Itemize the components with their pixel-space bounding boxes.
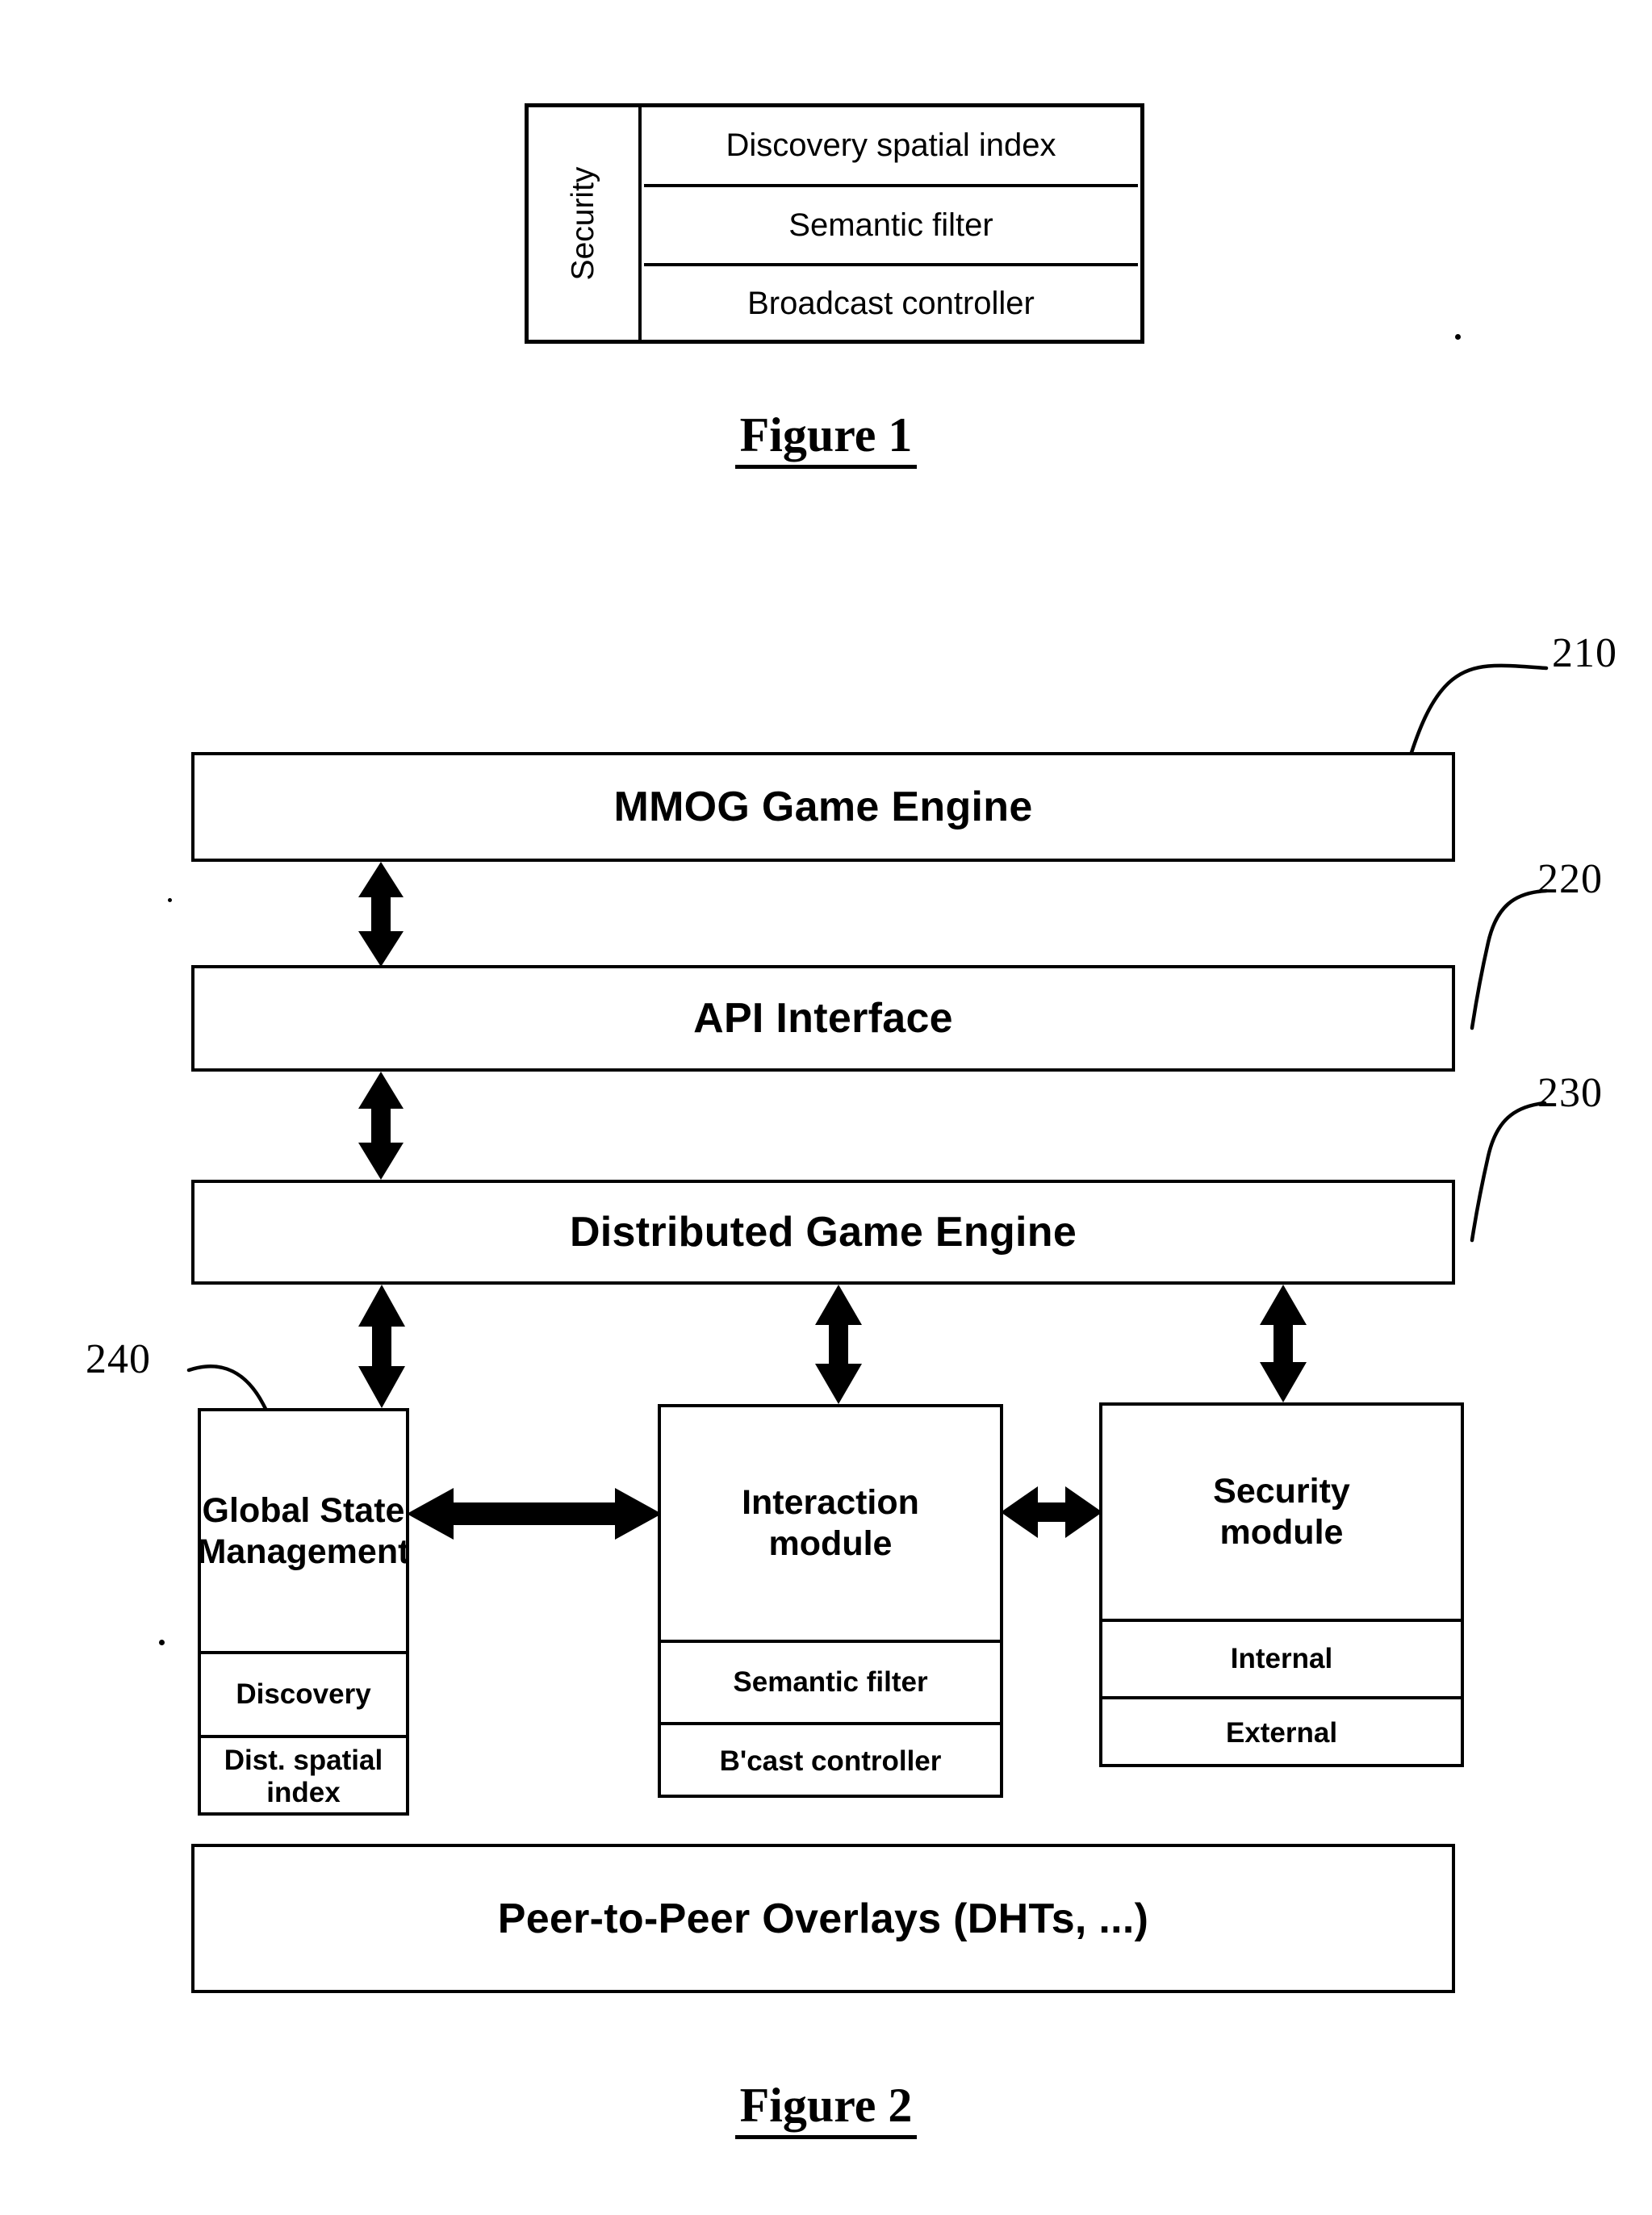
figure1-caption: Figure 1 bbox=[0, 407, 1652, 469]
double-arrow-gsm-interaction bbox=[407, 1488, 662, 1540]
module-title-line2: Management bbox=[197, 1532, 410, 1571]
security-sub-internal: Internal bbox=[1102, 1619, 1461, 1696]
global-state-sub-discovery: Discovery bbox=[201, 1651, 406, 1735]
security-module: Security module Internal External bbox=[1099, 1402, 1464, 1767]
interaction-sub-bcast-controller: B'cast controller bbox=[661, 1722, 1000, 1798]
double-arrow-api-dge bbox=[358, 1072, 404, 1180]
figure1-caption-text: Figure 1 bbox=[734, 408, 918, 469]
module-sub-label: B'cast controller bbox=[719, 1745, 942, 1777]
figure1-row-semantic-filter: Semantic filter bbox=[644, 187, 1138, 266]
scan-speck bbox=[1455, 334, 1461, 340]
figure1-diagram: Security Discovery spatial index Semanti… bbox=[525, 103, 1144, 344]
scan-speck bbox=[159, 1640, 165, 1645]
double-arrow-dge-gsm bbox=[358, 1285, 405, 1408]
global-state-management-module: Global State Management Discovery Dist. … bbox=[198, 1408, 409, 1816]
global-state-management-title: Global State Management bbox=[198, 1411, 410, 1651]
reference-numeral-240: 240 bbox=[86, 1336, 151, 1382]
mmog-game-engine-label: MMOG Game Engine bbox=[613, 784, 1033, 830]
figure2-caption: Figure 2 bbox=[0, 2078, 1652, 2139]
module-sub-label: Internal bbox=[1230, 1643, 1333, 1674]
figure2-caption-text: Figure 2 bbox=[734, 2079, 918, 2139]
module-title-line1: Global State bbox=[202, 1490, 405, 1530]
module-title-line2: module bbox=[768, 1524, 893, 1563]
figure1-rows: Discovery spatial index Semantic filter … bbox=[642, 107, 1140, 340]
double-arrow-interaction-security bbox=[1001, 1486, 1102, 1538]
figure1-row-label: Discovery spatial index bbox=[726, 127, 1056, 163]
figure1-row-discovery-spatial-index: Discovery spatial index bbox=[644, 107, 1138, 187]
interaction-sub-semantic-filter: Semantic filter bbox=[661, 1640, 1000, 1722]
module-title-line1: Interaction bbox=[742, 1483, 919, 1523]
figure1-row-broadcast-controller: Broadcast controller bbox=[644, 266, 1138, 341]
api-interface-label: API Interface bbox=[693, 995, 953, 1042]
peer-to-peer-overlays-label: Peer-to-Peer Overlays (DHTs, ...) bbox=[497, 1895, 1149, 1942]
security-module-title: Security module bbox=[1102, 1406, 1461, 1619]
figure1-security-column: Security bbox=[529, 107, 642, 340]
security-sub-external: External bbox=[1102, 1696, 1461, 1767]
module-title-line2: module bbox=[1219, 1513, 1344, 1552]
module-sub-label: Semantic filter bbox=[733, 1666, 928, 1698]
scan-speck bbox=[168, 898, 172, 902]
api-interface-box: API Interface bbox=[191, 965, 1455, 1072]
module-sub-label: External bbox=[1225, 1717, 1338, 1749]
double-arrow-dge-interaction bbox=[815, 1285, 862, 1404]
module-title-line1: Security bbox=[1213, 1472, 1350, 1511]
figure1-row-label: Broadcast controller bbox=[747, 285, 1035, 321]
figure1-row-label: Semantic filter bbox=[788, 207, 993, 243]
interaction-module-title: Interaction module bbox=[661, 1407, 1000, 1640]
figure1-security-label: Security bbox=[566, 166, 600, 281]
interaction-module: Interaction module Semantic filter B'cas… bbox=[658, 1404, 1003, 1798]
global-state-sub-dist-spatial-index: Dist. spatial index bbox=[201, 1735, 406, 1816]
distributed-game-engine-label: Distributed Game Engine bbox=[569, 1209, 1077, 1256]
double-arrow-dge-security bbox=[1260, 1285, 1307, 1402]
double-arrow-mmog-api bbox=[358, 862, 404, 967]
module-sub-label: Dist. spatial index bbox=[224, 1745, 383, 1808]
peer-to-peer-overlays-box: Peer-to-Peer Overlays (DHTs, ...) bbox=[191, 1844, 1455, 1993]
mmog-game-engine-box: MMOG Game Engine bbox=[191, 752, 1455, 862]
distributed-game-engine-box: Distributed Game Engine bbox=[191, 1180, 1455, 1285]
module-sub-label: Discovery bbox=[236, 1678, 371, 1710]
